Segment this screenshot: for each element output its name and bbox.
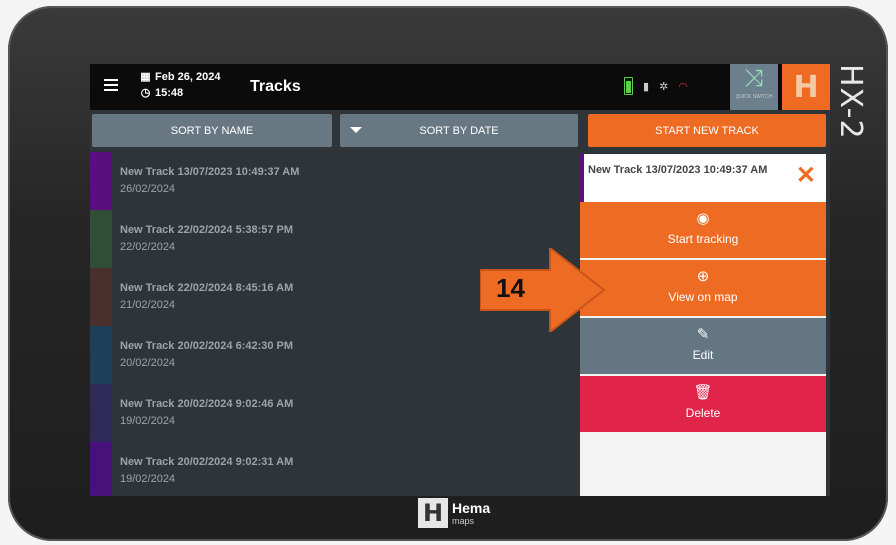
track-color-strip [90, 384, 112, 442]
track-row[interactable]: New Track 20/02/2024 9:02:31 AM 19/02/202… [90, 442, 578, 496]
caret-down-icon [350, 127, 362, 133]
delete-label: Delete [685, 406, 721, 420]
start-tracking-label: Start tracking [667, 232, 739, 246]
clock-icon: ◷ [140, 87, 151, 99]
start-new-track-label: START NEW TRACK [655, 124, 759, 137]
track-row[interactable]: New Track 13/07/2023 10:49:37 AM 26/02/20… [90, 152, 578, 210]
bottom-brand-sub: maps [452, 515, 475, 526]
track-name: New Track 22/02/2024 8:45:16 AM [120, 282, 294, 294]
track-row[interactable]: New Track 20/02/2024 9:02:46 AM 19/02/202… [90, 384, 578, 442]
track-date: 26/02/2024 [120, 183, 176, 195]
top-bar: ▦ Feb 26, 2024 ◷ 15:48 Tracks ▮ ✲ ◠ ⤨ QUIC… [90, 64, 830, 110]
track-name: New Track 13/07/2023 10:49:37 AM [120, 166, 300, 178]
status-icons: ▮ ✲ ◠ [624, 72, 722, 100]
track-color-strip [90, 326, 112, 384]
start-new-track-button[interactable]: START NEW TRACK [588, 114, 826, 147]
track-color-strip [90, 442, 112, 496]
track-date: 21/02/2024 [120, 299, 176, 311]
hema-logo-button[interactable]: H [782, 64, 830, 110]
bottom-brand-name: Hema [452, 499, 491, 516]
track-date: 19/02/2024 [120, 415, 176, 427]
time-text: 15:48 [155, 87, 184, 99]
shuffle-icon: ⤨ [744, 65, 764, 92]
step-callout-arrow: 14 [479, 245, 610, 335]
sort-by-date-button[interactable]: SORT BY DATE [340, 114, 578, 147]
view-on-map-label: View on map [668, 290, 738, 304]
sort-by-name-label: SORT BY NAME [170, 124, 254, 137]
record-icon: ◉ [696, 210, 710, 227]
track-date: 19/02/2024 [120, 473, 176, 485]
selected-track-name: New Track 13/07/2023 10:49:37 AM [588, 164, 768, 176]
track-name: New Track 20/02/2024 9:02:46 AM [120, 398, 294, 410]
signal-icon: ▮ [643, 80, 650, 93]
hema-mark-icon: H [418, 498, 448, 528]
date-text: Feb 26, 2024 [155, 71, 221, 83]
track-date: 20/02/2024 [120, 357, 176, 369]
battery-icon [624, 77, 633, 95]
start-tracking-button[interactable]: ◉ Start tracking [580, 202, 826, 258]
close-icon[interactable]: ✕ [796, 164, 816, 188]
selected-track-header: New Track 13/07/2023 10:49:37 AM ✕ [580, 154, 826, 202]
trash-icon: 🗑 [693, 384, 713, 401]
track-name: New Track 22/02/2024 5:38:57 PM [120, 224, 294, 236]
selected-track-color [580, 154, 584, 202]
track-row[interactable]: New Track 20/02/2024 6:42:30 PM 20/02/202… [90, 326, 578, 384]
gps-icon: ✲ [659, 80, 669, 93]
sort-by-name-button[interactable]: SORT BY NAME [92, 114, 332, 147]
hamburger-menu-icon[interactable] [104, 79, 118, 91]
datetime: ▦ Feb 26, 2024 ◷ 15:48 [140, 69, 220, 101]
edit-label: Edit [692, 348, 714, 362]
track-name: New Track 20/02/2024 9:02:31 AM [120, 456, 294, 468]
sort-bar: SORT BY NAME SORT BY DATE START NEW TRAC… [90, 112, 830, 150]
edit-icon: ✎ [696, 326, 710, 343]
track-actions-panel: New Track 13/07/2023 10:49:37 AM ✕ ◉ Sta… [580, 154, 826, 496]
device-brand-label: HX-2 [833, 64, 868, 140]
track-date: 22/02/2024 [120, 241, 176, 253]
step-number: 14 [496, 273, 525, 303]
calendar-icon: ▦ [140, 71, 151, 83]
crosshair-icon: ⊕ [696, 268, 710, 285]
track-color-strip [90, 210, 112, 268]
track-color-strip [90, 268, 112, 326]
bottom-brand: H Hema maps [418, 498, 490, 528]
delete-button[interactable]: 🗑 Delete [580, 376, 826, 432]
app-screen: ▦ Feb 26, 2024 ◷ 15:48 Tracks ▮ ✲ ◠ ⤨ QUIC… [90, 64, 830, 496]
view-on-map-button[interactable]: ⊕ View on map [580, 260, 826, 316]
wifi-icon: ◠ [678, 80, 688, 93]
sort-by-date-label: SORT BY DATE [419, 124, 499, 137]
hema-logo-icon: H [793, 69, 819, 105]
edit-button[interactable]: ✎ Edit [580, 318, 826, 374]
quick-switch-button[interactable]: ⤨ QUICK SWITCH [730, 64, 778, 110]
track-color-strip [90, 152, 112, 210]
page-title: Tracks [250, 78, 301, 95]
quick-switch-label: QUICK SWITCH [735, 94, 773, 100]
track-name: New Track 20/02/2024 6:42:30 PM [120, 340, 294, 352]
